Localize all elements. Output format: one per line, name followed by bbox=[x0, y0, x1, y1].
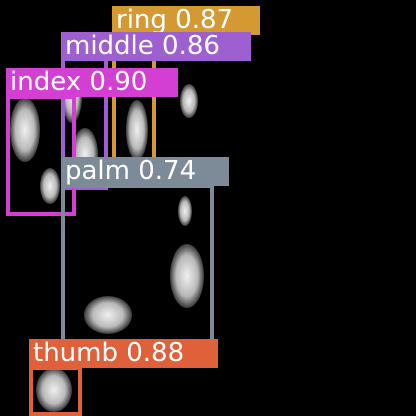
middle-label: middle 0.86 bbox=[61, 32, 251, 61]
palm-bounding-box bbox=[61, 184, 214, 343]
thumb-bounding-box bbox=[29, 366, 82, 416]
detection-image: ring 0.87 middle 0.86 index 0.90 palm 0.… bbox=[0, 0, 416, 416]
thumb-label: thumb 0.88 bbox=[29, 339, 218, 368]
finger-blob bbox=[180, 84, 198, 118]
index-label: index 0.90 bbox=[6, 68, 178, 97]
palm-label: palm 0.74 bbox=[61, 157, 229, 186]
